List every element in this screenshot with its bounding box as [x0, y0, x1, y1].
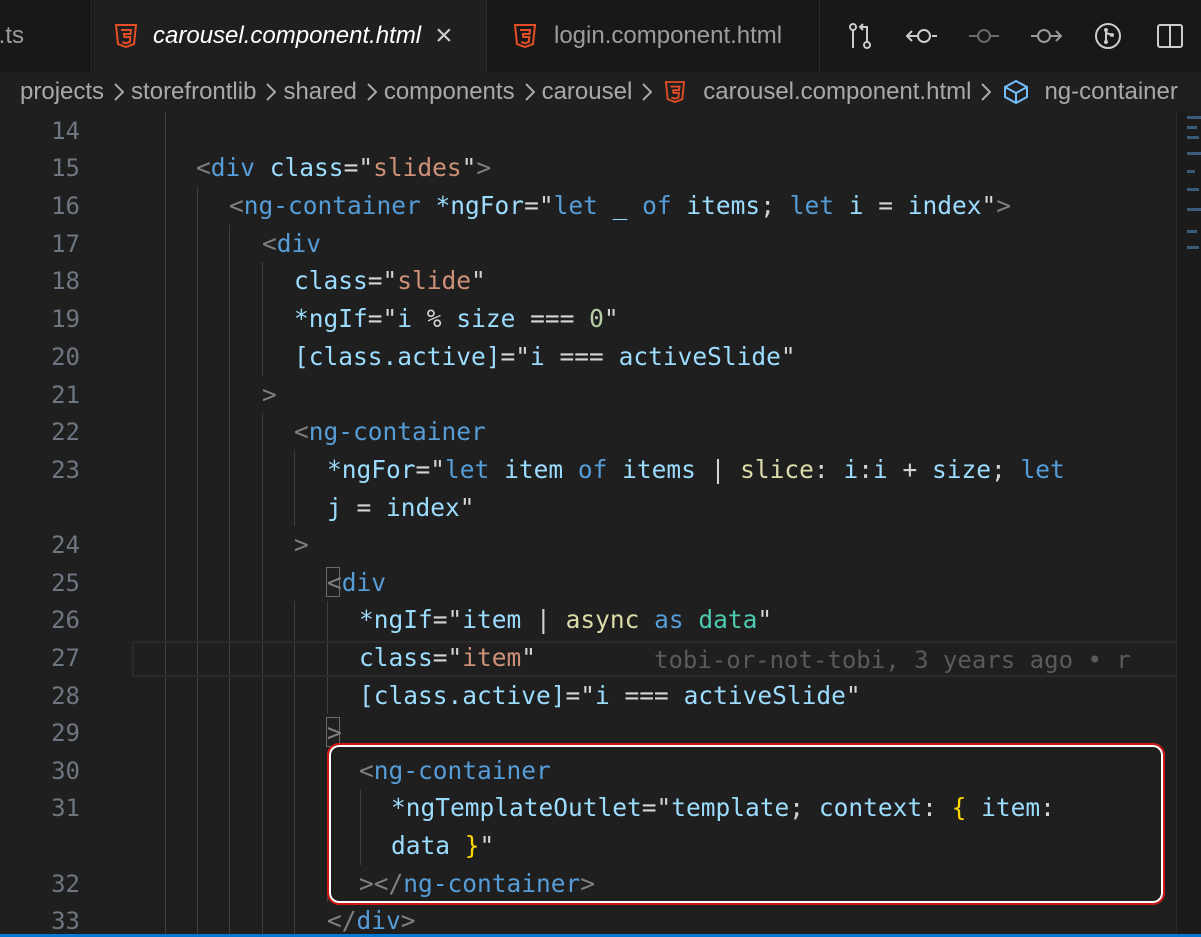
tab-label: carousel.component.html	[153, 22, 422, 49]
split-editor-icon[interactable]	[1139, 0, 1201, 72]
code-line-26: *ngIf="item | async as data"	[359, 605, 773, 634]
commit-icon[interactable]	[953, 0, 1015, 72]
code-editor[interactable]: 14 15 16 17 18 19 20 21 22 23 24 25 26 2…	[0, 112, 1201, 937]
line-number: 14	[51, 117, 80, 145]
code-line-17: <div	[262, 229, 322, 258]
code-line-22: <ng-container	[294, 417, 486, 446]
line-number: 33	[51, 907, 80, 935]
chevron-right-icon	[367, 83, 377, 101]
code-line-20: [class.active]="i === activeSlide"	[294, 342, 796, 371]
chevron-right-icon	[524, 83, 535, 101]
html5-icon	[115, 24, 137, 48]
breadcrumb-item[interactable]: carousel	[542, 78, 633, 106]
chevron-right-icon	[114, 83, 125, 101]
code-line-15: <div class="slides">	[196, 153, 492, 182]
line-number: 16	[51, 192, 80, 220]
editor-actions	[829, 0, 1201, 72]
tab-label: login.component.html	[554, 22, 783, 49]
code-line-19: *ngIf="i % size === 0"	[294, 304, 619, 333]
line-number: 29	[51, 719, 80, 747]
breadcrumb-item[interactable]: projects	[20, 78, 104, 106]
breadcrumb-item[interactable]: components	[384, 78, 515, 106]
next-change-icon[interactable]	[1015, 0, 1077, 72]
line-number: 25	[51, 569, 80, 597]
minimap-scrollbar[interactable]	[1176, 112, 1201, 937]
code-line-23-wrap: j = index"	[327, 493, 475, 522]
previous-change-icon[interactable]	[891, 0, 953, 72]
breadcrumb-item[interactable]: storefrontlib	[131, 78, 256, 106]
chevron-right-icon	[266, 83, 277, 101]
line-number-gutter: 14 15 16 17 18 19 20 21 22 23 24 25 26 2…	[0, 112, 130, 937]
code-line-21: >	[262, 380, 277, 409]
breadcrumb-item[interactable]: shared	[283, 78, 356, 106]
line-number: 18	[51, 267, 80, 295]
line-number: 23	[51, 456, 80, 484]
git-lens-icon[interactable]	[1077, 0, 1139, 72]
tab-ts-file[interactable]: t.ts	[0, 0, 92, 72]
line-number: 30	[51, 757, 80, 785]
line-number: 27	[51, 644, 80, 672]
line-number: 32	[51, 870, 80, 898]
tab-label: t.ts	[0, 22, 25, 49]
line-number: 15	[51, 154, 80, 182]
breadcrumb-item[interactable]: ng-container	[1044, 78, 1177, 106]
line-number: 20	[51, 343, 80, 371]
chevron-right-icon	[981, 83, 992, 101]
line-number: 17	[51, 230, 80, 258]
tab-carousel-component-html[interactable]: carousel.component.html ×	[93, 0, 487, 72]
code-line-16: <ng-container *ngFor="let _ of items; le…	[229, 191, 1012, 220]
cube-symbol-icon	[1004, 79, 1029, 105]
html5-icon	[514, 24, 536, 48]
line-number: 31	[51, 794, 80, 822]
code-line-28: [class.active]="i === activeSlide"	[359, 681, 861, 710]
breadcrumb: projects storefrontlib shared components…	[0, 72, 1201, 112]
code-line-24: >	[294, 530, 309, 559]
code-line-23: *ngFor="let item of items | slice: i:i +…	[327, 455, 1065, 484]
code-line-25: <div	[327, 568, 387, 597]
line-number: 19	[51, 305, 80, 333]
code-line-33: </div>	[327, 906, 416, 935]
code-line-18: class="slide"	[294, 266, 486, 295]
git-blame-annotation: tobi-or-not-tobi, 3 years ago • r	[654, 646, 1131, 674]
code-line-29: >	[327, 718, 342, 747]
line-number: 26	[51, 606, 80, 634]
close-icon[interactable]: ×	[435, 21, 453, 51]
line-number: 24	[51, 531, 80, 559]
code-line-27: class="item"	[359, 643, 537, 672]
highlight-annotation-box	[327, 743, 1165, 905]
tab-bar: t.ts carousel.component.html × login.com…	[0, 0, 1201, 72]
html5-icon	[665, 81, 686, 103]
line-number: 28	[51, 682, 80, 710]
chevron-right-icon	[642, 83, 653, 101]
line-number: 21	[51, 381, 80, 409]
line-number: 22	[51, 418, 80, 446]
source-control-compare-icon[interactable]	[829, 0, 891, 72]
tab-login-component-html[interactable]: login.component.html	[488, 0, 820, 72]
breadcrumb-item[interactable]: carousel.component.html	[703, 78, 971, 106]
